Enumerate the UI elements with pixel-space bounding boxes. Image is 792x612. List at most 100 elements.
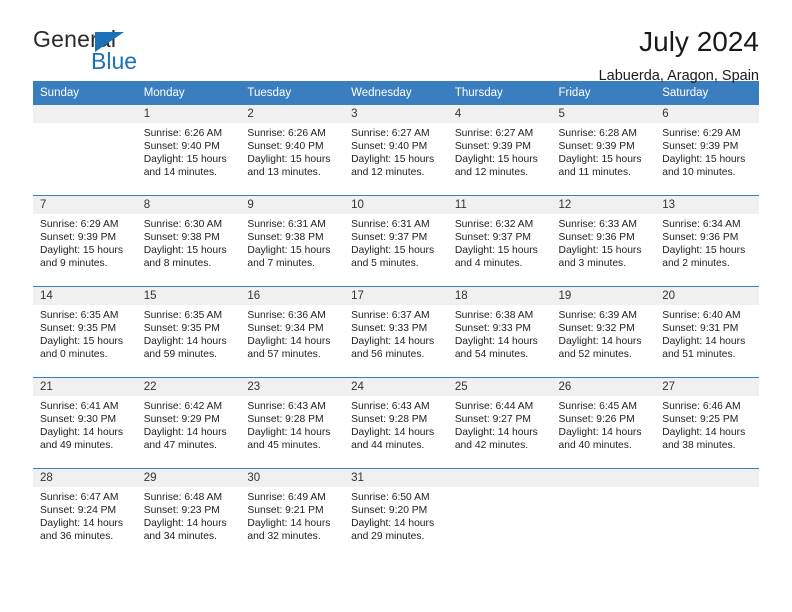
day-number: 11 bbox=[447, 196, 552, 214]
daylight-text-line2: and 0 minutes. bbox=[40, 349, 108, 361]
weekday-header-thursday: Thursday bbox=[447, 81, 552, 105]
daylight-text-line2: and 12 minutes. bbox=[454, 167, 529, 179]
calendar-day-cell[interactable]: 14 Sunrise: 6:35 AM Sunset: 9:35 PM Dayligh… bbox=[33, 286, 137, 378]
sunrise-text: Sunrise: 6:30 AM bbox=[143, 219, 223, 230]
calendar-day-cell[interactable]: 25 Sunrise: 6:44 AM Sunset: 9:27 PM Dayligh… bbox=[447, 377, 552, 469]
calendar-day-cell[interactable]: 17 Sunrise: 6:37 AM Sunset: 9:33 PM Dayligh… bbox=[344, 286, 448, 378]
calendar-day-cell[interactable]: 29 Sunrise: 6:48 AM Sunset: 9:23 PM Dayligh… bbox=[136, 468, 241, 559]
sunrise-text: Sunrise: 6:35 AM bbox=[143, 310, 223, 321]
calendar-day-cell[interactable]: 24 Sunrise: 6:43 AM Sunset: 9:28 PM Dayligh… bbox=[344, 377, 448, 469]
sunset-text: Sunset: 9:40 PM bbox=[351, 141, 428, 153]
sunrise-text: Sunrise: 6:45 AM bbox=[558, 401, 637, 412]
calendar-day-cell[interactable]: 2 Sunrise: 6:26 AM Sunset: 9:40 PM Daylight… bbox=[240, 105, 345, 196]
daylight-text-line1: Daylight: 14 hours bbox=[454, 336, 538, 348]
daylight-text-line2: and 44 minutes. bbox=[351, 440, 425, 452]
calendar-day-cell[interactable]: 1 Sunrise: 6:26 AM Sunset: 9:40 PM Daylight… bbox=[136, 105, 241, 196]
calendar-day-cell[interactable]: 23 Sunrise: 6:43 AM Sunset: 9:28 PM Dayligh… bbox=[240, 377, 345, 469]
daylight-text-line1: Daylight: 15 hours bbox=[40, 245, 123, 257]
location-subtitle: Labuerda, Aragon, Spain bbox=[598, 68, 759, 84]
daylight-text-line2: and 10 minutes. bbox=[662, 167, 736, 179]
sunrise-text: Sunrise: 6:31 AM bbox=[247, 219, 326, 230]
day-sun-info: Sunrise: 6:30 AM Sunset: 9:38 PM Daylight:… bbox=[137, 214, 241, 270]
day-cell-inner: 17 Sunrise: 6:37 AM Sunset: 9:33 PM Dayligh… bbox=[344, 287, 448, 377]
daylight-text-line1: Daylight: 14 hours bbox=[143, 336, 227, 348]
calendar-day-cell[interactable]: 28 Sunrise: 6:47 AM Sunset: 9:24 PM Dayligh… bbox=[33, 468, 137, 559]
sunset-text: Sunset: 9:40 PM bbox=[247, 141, 324, 153]
calendar-day-cell[interactable]: 8 Sunrise: 6:30 AM Sunset: 9:38 PM Daylight… bbox=[136, 195, 241, 287]
calendar-day-cell[interactable]: 27 Sunrise: 6:46 AM Sunset: 9:25 PM Dayligh… bbox=[655, 377, 759, 469]
calendar-day-cell[interactable]: 16 Sunrise: 6:36 AM Sunset: 9:34 PM Dayligh… bbox=[240, 286, 345, 378]
calendar-day-cell[interactable]: 19 Sunrise: 6:39 AM Sunset: 9:32 PM Dayligh… bbox=[551, 286, 656, 378]
calendar-day-cell[interactable]: 7 Sunrise: 6:29 AM Sunset: 9:39 PM Daylight… bbox=[33, 195, 137, 287]
day-number: 4 bbox=[447, 105, 552, 123]
daylight-text-line2: and 29 minutes. bbox=[351, 531, 425, 543]
daylight-text-line2: and 47 minutes. bbox=[143, 440, 217, 452]
calendar-day-cell[interactable]: 30 Sunrise: 6:49 AM Sunset: 9:21 PM Dayligh… bbox=[240, 468, 345, 559]
daylight-text-line2: and 8 minutes. bbox=[143, 258, 212, 270]
day-sun-info: Sunrise: 6:47 AM Sunset: 9:24 PM Daylight:… bbox=[33, 487, 137, 543]
daylight-text-line1: Daylight: 14 hours bbox=[40, 518, 123, 530]
calendar-day-cell[interactable]: 11 Sunrise: 6:32 AM Sunset: 9:37 PM Dayligh… bbox=[447, 195, 552, 287]
day-number: 30 bbox=[240, 469, 345, 487]
daylight-text-line2: and 13 minutes. bbox=[247, 167, 321, 179]
daylight-text-line1: Daylight: 14 hours bbox=[662, 427, 746, 439]
daylight-text-line1: Daylight: 14 hours bbox=[351, 427, 435, 439]
daylight-text-line1: Daylight: 14 hours bbox=[247, 427, 331, 439]
calendar-day-cell[interactable]: 9 Sunrise: 6:31 AM Sunset: 9:38 PM Daylight… bbox=[240, 195, 345, 287]
day-cell-inner: 8 Sunrise: 6:30 AM Sunset: 9:38 PM Daylight… bbox=[136, 196, 241, 286]
sunrise-text: Sunrise: 6:47 AM bbox=[40, 492, 119, 503]
sunrise-text: Sunrise: 6:37 AM bbox=[351, 310, 430, 321]
calendar-day-cell[interactable]: 21 Sunrise: 6:41 AM Sunset: 9:30 PM Dayligh… bbox=[33, 377, 137, 469]
daylight-text-line1: Daylight: 14 hours bbox=[143, 518, 227, 530]
day-cell-inner: 28 Sunrise: 6:47 AM Sunset: 9:24 PM Dayligh… bbox=[33, 469, 137, 559]
daylight-text-line2: and 38 minutes. bbox=[662, 440, 736, 452]
day-sun-info: Sunrise: 6:27 AM Sunset: 9:40 PM Daylight:… bbox=[344, 123, 448, 179]
sunset-text: Sunset: 9:39 PM bbox=[40, 232, 117, 244]
daylight-text-line1: Daylight: 15 hours bbox=[662, 245, 746, 257]
calendar-day-cell[interactable]: 6 Sunrise: 6:29 AM Sunset: 9:39 PM Daylight… bbox=[655, 105, 759, 196]
sunset-text: Sunset: 9:38 PM bbox=[247, 232, 324, 244]
day-cell-inner: 22 Sunrise: 6:42 AM Sunset: 9:29 PM Dayligh… bbox=[136, 378, 241, 468]
daylight-text-line1: Daylight: 14 hours bbox=[143, 427, 227, 439]
daylight-text-line2: and 51 minutes. bbox=[662, 349, 736, 361]
calendar-day-cell bbox=[655, 468, 759, 559]
daylight-text-line1: Daylight: 14 hours bbox=[558, 427, 642, 439]
sunrise-text: Sunrise: 6:31 AM bbox=[351, 219, 430, 230]
daylight-text-line2: and 45 minutes. bbox=[247, 440, 321, 452]
sunset-text: Sunset: 9:24 PM bbox=[40, 505, 117, 517]
day-number: 23 bbox=[240, 378, 345, 396]
day-sun-info: Sunrise: 6:26 AM Sunset: 9:40 PM Daylight:… bbox=[240, 123, 344, 179]
calendar-day-cell[interactable]: 22 Sunrise: 6:42 AM Sunset: 9:29 PM Dayligh… bbox=[136, 377, 241, 469]
day-cell-inner: 10 Sunrise: 6:31 AM Sunset: 9:37 PM Dayligh… bbox=[344, 196, 448, 286]
day-number: 19 bbox=[551, 287, 656, 305]
calendar-day-cell[interactable]: 12 Sunrise: 6:33 AM Sunset: 9:36 PM Dayligh… bbox=[551, 195, 656, 287]
calendar-week-row: 28 Sunrise: 6:47 AM Sunset: 9:24 PM Dayligh… bbox=[33, 468, 759, 559]
calendar-day-cell[interactable]: 18 Sunrise: 6:38 AM Sunset: 9:33 PM Dayligh… bbox=[447, 286, 552, 378]
weekday-header-tuesday: Tuesday bbox=[240, 81, 345, 105]
day-sun-info: Sunrise: 6:39 AM Sunset: 9:32 PM Daylight:… bbox=[552, 305, 656, 361]
day-cell-inner: 14 Sunrise: 6:35 AM Sunset: 9:35 PM Dayligh… bbox=[33, 287, 137, 377]
calendar-day-cell[interactable]: 13 Sunrise: 6:34 AM Sunset: 9:36 PM Dayligh… bbox=[655, 195, 759, 287]
calendar-day-cell[interactable]: 5 Sunrise: 6:28 AM Sunset: 9:39 PM Daylight… bbox=[551, 105, 656, 196]
calendar-body: 1 Sunrise: 6:26 AM Sunset: 9:40 PM Daylight… bbox=[33, 105, 759, 559]
day-sun-info: Sunrise: 6:26 AM Sunset: 9:40 PM Daylight:… bbox=[137, 123, 241, 179]
day-sun-info: Sunrise: 6:28 AM Sunset: 9:39 PM Daylight:… bbox=[552, 123, 656, 179]
weekday-header-sunday: Sunday bbox=[33, 81, 137, 105]
daylight-text-line1: Daylight: 15 hours bbox=[247, 154, 331, 166]
calendar-day-cell[interactable]: 20 Sunrise: 6:40 AM Sunset: 9:31 PM Dayligh… bbox=[655, 286, 759, 378]
sunrise-text: Sunrise: 6:27 AM bbox=[351, 128, 430, 139]
general-blue-logo[interactable]: General Blue bbox=[33, 26, 163, 76]
daylight-text-line1: Daylight: 14 hours bbox=[247, 518, 331, 530]
calendar-day-cell[interactable]: 4 Sunrise: 6:27 AM Sunset: 9:39 PM Daylight… bbox=[447, 105, 552, 196]
day-number bbox=[33, 105, 137, 123]
calendar-day-cell[interactable]: 10 Sunrise: 6:31 AM Sunset: 9:37 PM Dayligh… bbox=[344, 195, 448, 287]
calendar-day-cell[interactable]: 31 Sunrise: 6:50 AM Sunset: 9:20 PM Dayligh… bbox=[344, 468, 448, 559]
daylight-text-line2: and 57 minutes. bbox=[247, 349, 321, 361]
sunset-text: Sunset: 9:34 PM bbox=[247, 323, 324, 335]
sunset-text: Sunset: 9:33 PM bbox=[454, 323, 531, 335]
day-cell-inner: 9 Sunrise: 6:31 AM Sunset: 9:38 PM Daylight… bbox=[240, 196, 345, 286]
calendar-day-cell[interactable]: 3 Sunrise: 6:27 AM Sunset: 9:40 PM Daylight… bbox=[344, 105, 448, 196]
day-sun-info: Sunrise: 6:43 AM Sunset: 9:28 PM Daylight:… bbox=[344, 396, 448, 452]
calendar-day-cell[interactable]: 26 Sunrise: 6:45 AM Sunset: 9:26 PM Dayligh… bbox=[551, 377, 656, 469]
calendar-day-cell[interactable]: 15 Sunrise: 6:35 AM Sunset: 9:35 PM Dayligh… bbox=[136, 286, 241, 378]
